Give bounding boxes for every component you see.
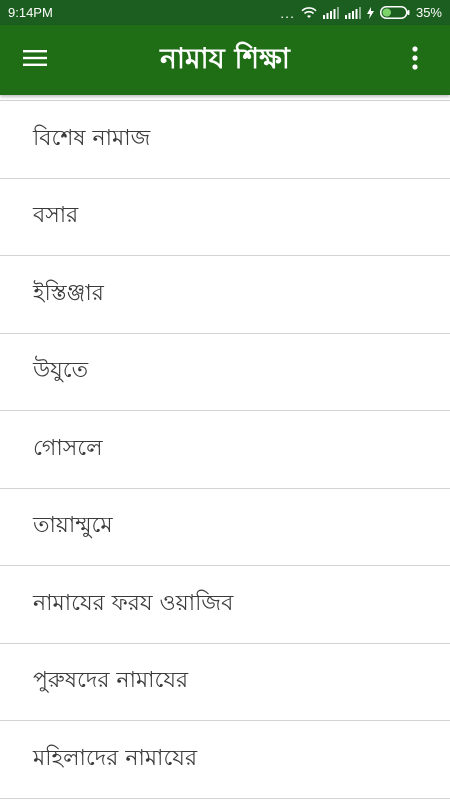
list-item-label: উযুতে — [33, 358, 89, 384]
list-item[interactable]: গোসলে — [0, 411, 450, 489]
list-item[interactable]: তায়াম্মুমে — [0, 489, 450, 566]
hamburger-menu-icon — [23, 49, 47, 71]
list-item[interactable]: বসার — [0, 179, 450, 256]
list-item[interactable]: ইস্তিঞ্জার — [0, 256, 450, 334]
list-item[interactable]: উযুতে — [0, 334, 450, 411]
list-item[interactable]: পুরুষদের নামাযের — [0, 644, 450, 721]
list-item-label: ইস্তিঞ্জার — [33, 280, 104, 306]
list-item[interactable]: নামাযের ফরয ওয়াজিব — [0, 566, 450, 644]
list-item-label: নামাযের ফরয ওয়াজিব — [33, 590, 234, 616]
app-bar: নামায শিক্ষা — [0, 25, 450, 95]
list-item[interactable]: মহিলাদের নামাযের — [0, 721, 450, 799]
list-item-label: বিশেষ নামাজ — [33, 125, 151, 151]
status-bar: 9:14PM ... 35% — [0, 0, 450, 25]
signal-icon-2 — [344, 6, 361, 19]
battery-percent: 35% — [415, 5, 442, 20]
list-item-label: মহিলাদের নামাযের — [33, 745, 198, 771]
battery-icon — [379, 6, 410, 19]
list-item[interactable]: বিশেষ নামাজ — [0, 101, 450, 179]
notification-dots: ... — [280, 4, 295, 21]
overflow-menu-button[interactable] — [380, 25, 450, 95]
status-time: 9:14PM — [8, 5, 53, 20]
page-title: নামায শিক্ষা — [160, 41, 290, 75]
status-icons: ... 35% — [280, 5, 442, 20]
wifi-icon — [301, 6, 317, 19]
list-item-label: বসার — [33, 203, 79, 229]
more-vert-icon — [412, 46, 418, 74]
menu-button[interactable] — [0, 25, 70, 95]
topic-list: বিশেষ নামাজ বসার ইস্তিঞ্জার উযুতে গোসলে … — [0, 100, 450, 799]
list-item-label: তায়াম্মুমে — [33, 513, 113, 539]
list-item-label: গোসলে — [33, 435, 103, 461]
signal-icon — [322, 6, 339, 19]
list-item-label: পুরুষদের নামাযের — [33, 668, 189, 694]
charging-icon — [366, 6, 374, 19]
